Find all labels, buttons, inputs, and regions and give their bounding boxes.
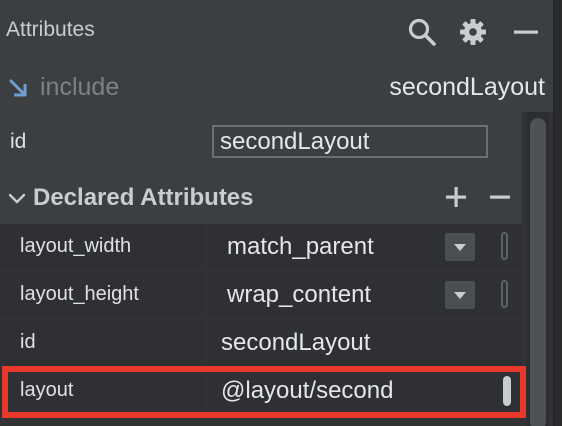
chevron-down-icon[interactable] — [8, 190, 26, 208]
section-title: Declared Attributes — [33, 184, 254, 211]
attribute-value-cell[interactable]: match_parent — [207, 224, 522, 270]
vertical-scrollbar[interactable] — [527, 112, 549, 426]
table-row[interactable]: layout @layout/second — [0, 368, 522, 414]
minus-icon[interactable] — [485, 182, 515, 212]
attribute-value-cell[interactable]: wrap_content — [207, 272, 522, 318]
attribute-value[interactable]: match_parent — [227, 233, 374, 261]
triangle-down-icon — [454, 292, 466, 299]
attribute-value[interactable]: secondLayout — [221, 329, 370, 357]
attribute-name: id — [20, 331, 36, 353]
attribute-value-cell[interactable]: @layout/second — [207, 368, 522, 414]
attribute-value[interactable]: wrap_content — [227, 281, 371, 309]
panel-header: Attributes — [0, 0, 553, 64]
pick-resource-handle[interactable] — [503, 376, 511, 406]
id-label: id — [10, 130, 27, 153]
table-row[interactable]: id secondLayout — [0, 320, 522, 366]
plus-icon[interactable] — [441, 182, 471, 212]
triangle-down-icon — [454, 244, 466, 251]
declared-attributes-header[interactable]: Declared Attributes — [0, 172, 522, 224]
id-input[interactable] — [212, 125, 488, 158]
scrollbar-thumb[interactable] — [530, 118, 546, 426]
attribute-name-cell: id — [0, 320, 205, 366]
table-row[interactable]: layout_width match_parent — [0, 224, 522, 270]
pick-resource-handle[interactable] — [501, 280, 508, 308]
include-arrow-icon — [9, 79, 27, 97]
attribute-name: layout — [20, 379, 74, 401]
attribute-name-cell: layout — [0, 368, 205, 414]
table-row[interactable]: layout_height wrap_content — [0, 272, 522, 318]
id-row: id — [0, 112, 522, 172]
attribute-value[interactable]: @layout/second — [221, 377, 393, 405]
include-row: include secondLayout — [0, 64, 553, 112]
attribute-name-cell: layout_height — [0, 272, 205, 318]
attribute-name: layout_width — [20, 235, 132, 257]
search-icon[interactable] — [406, 16, 438, 48]
attribute-name: layout_height — [20, 283, 139, 305]
minimize-icon[interactable] — [510, 16, 542, 48]
attributes-panel: Attributes include secondLayout id secon… — [0, 0, 562, 426]
include-label: include — [40, 73, 120, 101]
dropdown-button[interactable] — [445, 281, 475, 309]
attribute-name-cell: layout_width — [0, 224, 205, 270]
dropdown-button[interactable] — [445, 233, 475, 261]
panel-title: Attributes — [6, 18, 95, 41]
declared-attributes-table: layout_width match_parent layout_height … — [0, 224, 522, 416]
pick-resource-handle[interactable] — [501, 232, 508, 260]
include-value: secondLayout — [389, 73, 545, 101]
attribute-value-cell[interactable]: secondLayout — [207, 320, 522, 366]
panel-edge — [555, 0, 562, 426]
gear-icon[interactable] — [457, 16, 489, 48]
